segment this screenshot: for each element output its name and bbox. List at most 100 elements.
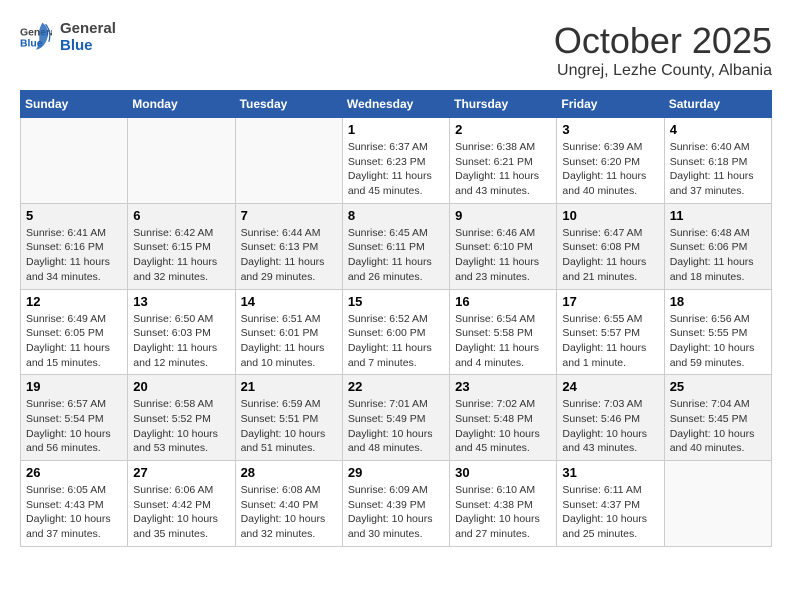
weekday-header-wednesday: Wednesday: [342, 91, 449, 118]
calendar-week-row: 5 Sunrise: 6:41 AM Sunset: 6:16 PM Daylig…: [21, 203, 772, 289]
calendar-day-cell: 11Sunrise: 6:48 AM Sunset: 6:06 PM Dayli…: [664, 203, 771, 289]
calendar-day-cell: 17 Sunrise: 6:55 AM Sunset: 5:57 PM Dayli…: [557, 289, 664, 375]
day-number: 30: [455, 465, 551, 480]
day-info: Sunrise: 7:04 AM Sunset: 5:45 PM Dayligh…: [670, 397, 766, 456]
calendar-day-cell: 28Sunrise: 6:08 AM Sunset: 4:40 PM Dayli…: [235, 461, 342, 547]
calendar-day-cell: 19 Sunrise: 6:57 AM Sunset: 5:54 PM Dayli…: [21, 375, 128, 461]
day-number: 31: [562, 465, 658, 480]
weekday-header-row: SundayMondayTuesdayWednesdayThursdayFrid…: [21, 91, 772, 118]
day-number: 3: [562, 122, 658, 137]
day-number: 25: [670, 379, 766, 394]
day-info: Sunrise: 6:09 AM Sunset: 4:39 PM Dayligh…: [348, 483, 444, 542]
day-info: Sunrise: 6:10 AM Sunset: 4:38 PM Dayligh…: [455, 483, 551, 542]
day-info: Sunrise: 6:42 AM Sunset: 6:15 PM Dayligh…: [133, 226, 229, 285]
calendar-day-cell: 24 Sunrise: 7:03 AM Sunset: 5:46 PM Dayli…: [557, 375, 664, 461]
calendar-day-cell: [21, 118, 128, 204]
month-title: October 2025: [554, 20, 772, 62]
weekday-header-saturday: Saturday: [664, 91, 771, 118]
calendar-day-cell: 18 Sunrise: 6:56 AM Sunset: 5:55 PM Dayli…: [664, 289, 771, 375]
day-number: 14: [241, 294, 337, 309]
calendar-day-cell: [128, 118, 235, 204]
calendar-day-cell: 5 Sunrise: 6:41 AM Sunset: 6:16 PM Daylig…: [21, 203, 128, 289]
weekday-header-friday: Friday: [557, 91, 664, 118]
calendar-day-cell: 13Sunrise: 6:50 AM Sunset: 6:03 PM Dayli…: [128, 289, 235, 375]
day-number: 1: [348, 122, 444, 137]
calendar-week-row: 12Sunrise: 6:49 AM Sunset: 6:05 PM Dayli…: [21, 289, 772, 375]
day-info: Sunrise: 7:02 AM Sunset: 5:48 PM Dayligh…: [455, 397, 551, 456]
weekday-header-sunday: Sunday: [21, 91, 128, 118]
day-info: Sunrise: 6:37 AM Sunset: 6:23 PM Dayligh…: [348, 140, 444, 199]
day-info: Sunrise: 6:57 AM Sunset: 5:54 PM Dayligh…: [26, 397, 122, 456]
day-number: 4: [670, 122, 766, 137]
day-number: 16: [455, 294, 551, 309]
calendar-week-row: 19 Sunrise: 6:57 AM Sunset: 5:54 PM Dayli…: [21, 375, 772, 461]
calendar-day-cell: 21 Sunrise: 6:59 AM Sunset: 5:51 PM Dayli…: [235, 375, 342, 461]
weekday-header-monday: Monday: [128, 91, 235, 118]
calendar-day-cell: 22Sunrise: 7:01 AM Sunset: 5:49 PM Dayli…: [342, 375, 449, 461]
day-number: 13: [133, 294, 229, 309]
calendar-day-cell: 3Sunrise: 6:39 AM Sunset: 6:20 PM Daylig…: [557, 118, 664, 204]
day-info: Sunrise: 6:08 AM Sunset: 4:40 PM Dayligh…: [241, 483, 337, 542]
day-info: Sunrise: 6:54 AM Sunset: 5:58 PM Dayligh…: [455, 312, 551, 371]
day-number: 17: [562, 294, 658, 309]
day-info: Sunrise: 6:06 AM Sunset: 4:42 PM Dayligh…: [133, 483, 229, 542]
day-info: Sunrise: 6:44 AM Sunset: 6:13 PM Dayligh…: [241, 226, 337, 285]
calendar-day-cell: 25 Sunrise: 7:04 AM Sunset: 5:45 PM Dayli…: [664, 375, 771, 461]
day-number: 9: [455, 208, 551, 223]
day-number: 5: [26, 208, 122, 223]
calendar-day-cell: 31 Sunrise: 6:11 AM Sunset: 4:37 PM Dayli…: [557, 461, 664, 547]
logo-blue: Blue: [60, 37, 116, 54]
calendar-day-cell: 6 Sunrise: 6:42 AM Sunset: 6:15 PM Daylig…: [128, 203, 235, 289]
calendar-day-cell: 15Sunrise: 6:52 AM Sunset: 6:00 PM Dayli…: [342, 289, 449, 375]
day-info: Sunrise: 6:58 AM Sunset: 5:52 PM Dayligh…: [133, 397, 229, 456]
day-info: Sunrise: 6:55 AM Sunset: 5:57 PM Dayligh…: [562, 312, 658, 371]
calendar-day-cell: 23 Sunrise: 7:02 AM Sunset: 5:48 PM Dayli…: [450, 375, 557, 461]
day-number: 29: [348, 465, 444, 480]
day-info: Sunrise: 6:52 AM Sunset: 6:00 PM Dayligh…: [348, 312, 444, 371]
day-number: 20: [133, 379, 229, 394]
calendar-day-cell: [235, 118, 342, 204]
calendar-week-row: 1 Sunrise: 6:37 AM Sunset: 6:23 PM Daylig…: [21, 118, 772, 204]
day-info: Sunrise: 7:01 AM Sunset: 5:49 PM Dayligh…: [348, 397, 444, 456]
weekday-header-tuesday: Tuesday: [235, 91, 342, 118]
day-info: Sunrise: 6:40 AM Sunset: 6:18 PM Dayligh…: [670, 140, 766, 199]
logo-icon: General Blue: [20, 21, 52, 53]
day-info: Sunrise: 7:03 AM Sunset: 5:46 PM Dayligh…: [562, 397, 658, 456]
calendar-day-cell: 4 Sunrise: 6:40 AM Sunset: 6:18 PM Daylig…: [664, 118, 771, 204]
day-info: Sunrise: 6:46 AM Sunset: 6:10 PM Dayligh…: [455, 226, 551, 285]
calendar-day-cell: 1 Sunrise: 6:37 AM Sunset: 6:23 PM Daylig…: [342, 118, 449, 204]
title-block: October 2025 Ungrej, Lezhe County, Alban…: [554, 20, 772, 80]
calendar-day-cell: 10Sunrise: 6:47 AM Sunset: 6:08 PM Dayli…: [557, 203, 664, 289]
calendar-day-cell: 2 Sunrise: 6:38 AM Sunset: 6:21 PM Daylig…: [450, 118, 557, 204]
logo-general: General: [60, 20, 116, 37]
day-number: 12: [26, 294, 122, 309]
day-number: 23: [455, 379, 551, 394]
day-number: 26: [26, 465, 122, 480]
calendar-day-cell: 27 Sunrise: 6:06 AM Sunset: 4:42 PM Dayli…: [128, 461, 235, 547]
day-number: 2: [455, 122, 551, 137]
day-info: Sunrise: 6:38 AM Sunset: 6:21 PM Dayligh…: [455, 140, 551, 199]
day-number: 8: [348, 208, 444, 223]
day-info: Sunrise: 6:11 AM Sunset: 4:37 PM Dayligh…: [562, 483, 658, 542]
calendar-day-cell: 14 Sunrise: 6:51 AM Sunset: 6:01 PM Dayli…: [235, 289, 342, 375]
weekday-header-thursday: Thursday: [450, 91, 557, 118]
day-number: 6: [133, 208, 229, 223]
page-header: General Blue General Blue October 2025 U…: [20, 20, 772, 80]
day-number: 21: [241, 379, 337, 394]
calendar-day-cell: 12Sunrise: 6:49 AM Sunset: 6:05 PM Dayli…: [21, 289, 128, 375]
day-number: 18: [670, 294, 766, 309]
calendar-table: SundayMondayTuesdayWednesdayThursdayFrid…: [20, 90, 772, 547]
day-info: Sunrise: 6:59 AM Sunset: 5:51 PM Dayligh…: [241, 397, 337, 456]
day-number: 27: [133, 465, 229, 480]
calendar-day-cell: 30 Sunrise: 6:10 AM Sunset: 4:38 PM Dayli…: [450, 461, 557, 547]
day-info: Sunrise: 6:41 AM Sunset: 6:16 PM Dayligh…: [26, 226, 122, 285]
day-number: 11: [670, 208, 766, 223]
calendar-day-cell: [664, 461, 771, 547]
day-number: 19: [26, 379, 122, 394]
day-number: 7: [241, 208, 337, 223]
day-info: Sunrise: 6:56 AM Sunset: 5:55 PM Dayligh…: [670, 312, 766, 371]
calendar-day-cell: 8Sunrise: 6:45 AM Sunset: 6:11 PM Daylig…: [342, 203, 449, 289]
day-number: 10: [562, 208, 658, 223]
day-info: Sunrise: 6:51 AM Sunset: 6:01 PM Dayligh…: [241, 312, 337, 371]
day-number: 24: [562, 379, 658, 394]
